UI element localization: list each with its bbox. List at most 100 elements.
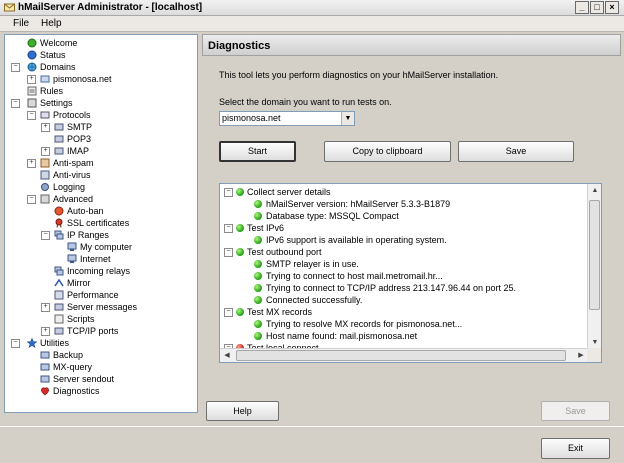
advanced-icon <box>40 194 50 204</box>
expand-icon[interactable]: + <box>41 147 50 156</box>
tree-item-ssl-certificates[interactable]: SSL certificates <box>41 217 191 229</box>
tree-item-auto-ban[interactable]: Auto-ban <box>41 205 191 217</box>
mirror-icon <box>54 278 64 288</box>
result-group-collect-server-details[interactable]: − Collect server details <box>224 186 574 198</box>
close-button[interactable]: × <box>605 1 619 14</box>
tree-item-smtp[interactable]: + SMTP <box>41 121 191 133</box>
welcome-icon <box>27 38 37 48</box>
tree-item-settings[interactable]: − Settings <box>11 97 191 109</box>
collapse-icon[interactable]: − <box>27 111 36 120</box>
collapse-icon[interactable]: − <box>224 308 233 317</box>
minimize-button[interactable]: _ <box>575 1 589 14</box>
result-line: Database type: MSSQL Compact <box>244 210 574 222</box>
collapse-icon[interactable]: − <box>11 63 20 72</box>
save-button[interactable]: Save <box>541 401 610 421</box>
diagnostics-icon <box>40 386 50 396</box>
expand-icon[interactable]: + <box>41 327 50 336</box>
tree-item-anti-virus[interactable]: Anti-virus <box>27 169 191 181</box>
internet-icon <box>67 254 77 264</box>
tree-item-welcome[interactable]: Welcome <box>11 37 191 49</box>
window-title: hMailServer Administrator - [localhost] <box>18 2 203 13</box>
chevron-down-icon[interactable]: ▼ <box>341 112 354 125</box>
menu-file[interactable]: File <box>13 18 29 29</box>
results-tree[interactable]: − Collect server details hMailServer ver… <box>219 183 602 363</box>
collapse-icon[interactable]: − <box>224 188 233 197</box>
tree-item-server-messages[interactable]: + Server messages <box>41 301 191 313</box>
status-ok-icon <box>254 296 262 304</box>
expand-icon[interactable]: + <box>27 159 36 168</box>
scroll-right-icon[interactable]: ▶ <box>574 349 588 362</box>
status-ok-icon <box>254 284 262 292</box>
tree-item-status[interactable]: Status <box>11 49 191 61</box>
tree-item-tcpip-ports[interactable]: + TCP/IP ports <box>41 325 191 337</box>
exit-button[interactable]: Exit <box>541 438 610 459</box>
collapse-icon[interactable]: − <box>11 339 20 348</box>
rules-icon <box>27 86 37 96</box>
result-line: SMTP relayer is in use. <box>244 258 574 270</box>
result-group-test-ipv6[interactable]: − Test IPv6 <box>224 222 574 234</box>
tree-item-mirror[interactable]: Mirror <box>41 277 191 289</box>
tree-item-my-computer[interactable]: My computer <box>65 241 191 253</box>
tree-item-protocols[interactable]: − Protocols <box>27 109 191 121</box>
tree-item-mx-query[interactable]: MX-query <box>27 361 191 373</box>
page-title: Diagnostics <box>208 40 271 52</box>
tree-item-scripts[interactable]: Scripts <box>41 313 191 325</box>
imap-icon <box>54 146 64 156</box>
tree-item-backup[interactable]: Backup <box>27 349 191 361</box>
tree-item-utilities[interactable]: − Utilities <box>11 337 191 349</box>
status-ok-icon <box>254 212 262 220</box>
result-group-test-outbound-port[interactable]: − Test outbound port <box>224 246 574 258</box>
start-button[interactable]: Start <box>219 141 296 162</box>
collapse-icon[interactable]: − <box>224 248 233 257</box>
domain-select[interactable]: pismonosa.net ▼ <box>219 111 355 126</box>
domain-select-value: pismonosa.net <box>222 113 281 123</box>
tree-item-performance[interactable]: Performance <box>41 289 191 301</box>
description-text: This tool lets you perform diagnostics o… <box>219 70 499 80</box>
expand-icon[interactable]: + <box>27 75 36 84</box>
domain-icon <box>40 74 50 84</box>
menu-help[interactable]: Help <box>41 18 62 29</box>
maximize-icon: □ <box>594 2 600 12</box>
result-line: Trying to connect to host mail.metromail… <box>244 270 574 282</box>
scrollbar-corner <box>587 348 601 362</box>
navigation-tree[interactable]: Welcome Status − Domains + pismonosa.net… <box>4 34 198 413</box>
horizontal-scrollbar[interactable]: ◀ ▶ <box>220 348 588 362</box>
performance-icon <box>54 290 64 300</box>
tree-item-domains[interactable]: − Domains <box>11 61 191 73</box>
expand-icon[interactable]: + <box>41 123 50 132</box>
horizontal-scroll-thumb[interactable] <box>236 350 566 361</box>
collapse-icon[interactable]: − <box>41 231 50 240</box>
tree-item-incoming-relays[interactable]: Incoming relays <box>41 265 191 277</box>
tree-item-domain-pismonosa[interactable]: + pismonosa.net <box>27 73 191 85</box>
collapse-icon[interactable]: − <box>27 195 36 204</box>
tree-item-anti-spam[interactable]: + Anti-spam <box>27 157 191 169</box>
result-line: Trying to connect to TCP/IP address 213.… <box>244 282 574 294</box>
tree-item-ip-ranges[interactable]: − IP Ranges <box>41 229 191 241</box>
menu-bar: File Help <box>0 16 624 32</box>
pop3-icon <box>54 134 64 144</box>
tree-item-advanced[interactable]: − Advanced <box>27 193 191 205</box>
save-results-button[interactable]: Save <box>458 141 574 162</box>
result-line: Trying to resolve MX records for pismono… <box>244 318 574 330</box>
minimize-icon: _ <box>579 2 585 12</box>
vertical-scrollbar[interactable]: ▲ ▼ <box>587 184 601 350</box>
scroll-up-icon[interactable]: ▲ <box>588 184 601 198</box>
result-group-test-mx-records[interactable]: − Test MX records <box>224 306 574 318</box>
maximize-button[interactable]: □ <box>590 1 604 14</box>
tree-item-server-sendout[interactable]: Server sendout <box>27 373 191 385</box>
help-button[interactable]: Help <box>206 401 279 421</box>
tree-item-logging[interactable]: Logging <box>27 181 191 193</box>
logging-icon <box>40 182 50 192</box>
result-line: Connected successfully. <box>244 294 574 306</box>
tree-item-internet[interactable]: Internet <box>65 253 191 265</box>
scroll-left-icon[interactable]: ◀ <box>220 349 234 362</box>
tree-item-pop3[interactable]: POP3 <box>41 133 191 145</box>
tree-item-diagnostics[interactable]: Diagnostics <box>27 385 191 397</box>
expand-icon[interactable]: + <box>41 303 50 312</box>
collapse-icon[interactable]: − <box>11 99 20 108</box>
tree-item-rules[interactable]: Rules <box>11 85 191 97</box>
collapse-icon[interactable]: − <box>224 224 233 233</box>
tree-item-imap[interactable]: + IMAP <box>41 145 191 157</box>
copy-to-clipboard-button[interactable]: Copy to clipboard <box>324 141 451 162</box>
vertical-scroll-thumb[interactable] <box>589 200 600 310</box>
